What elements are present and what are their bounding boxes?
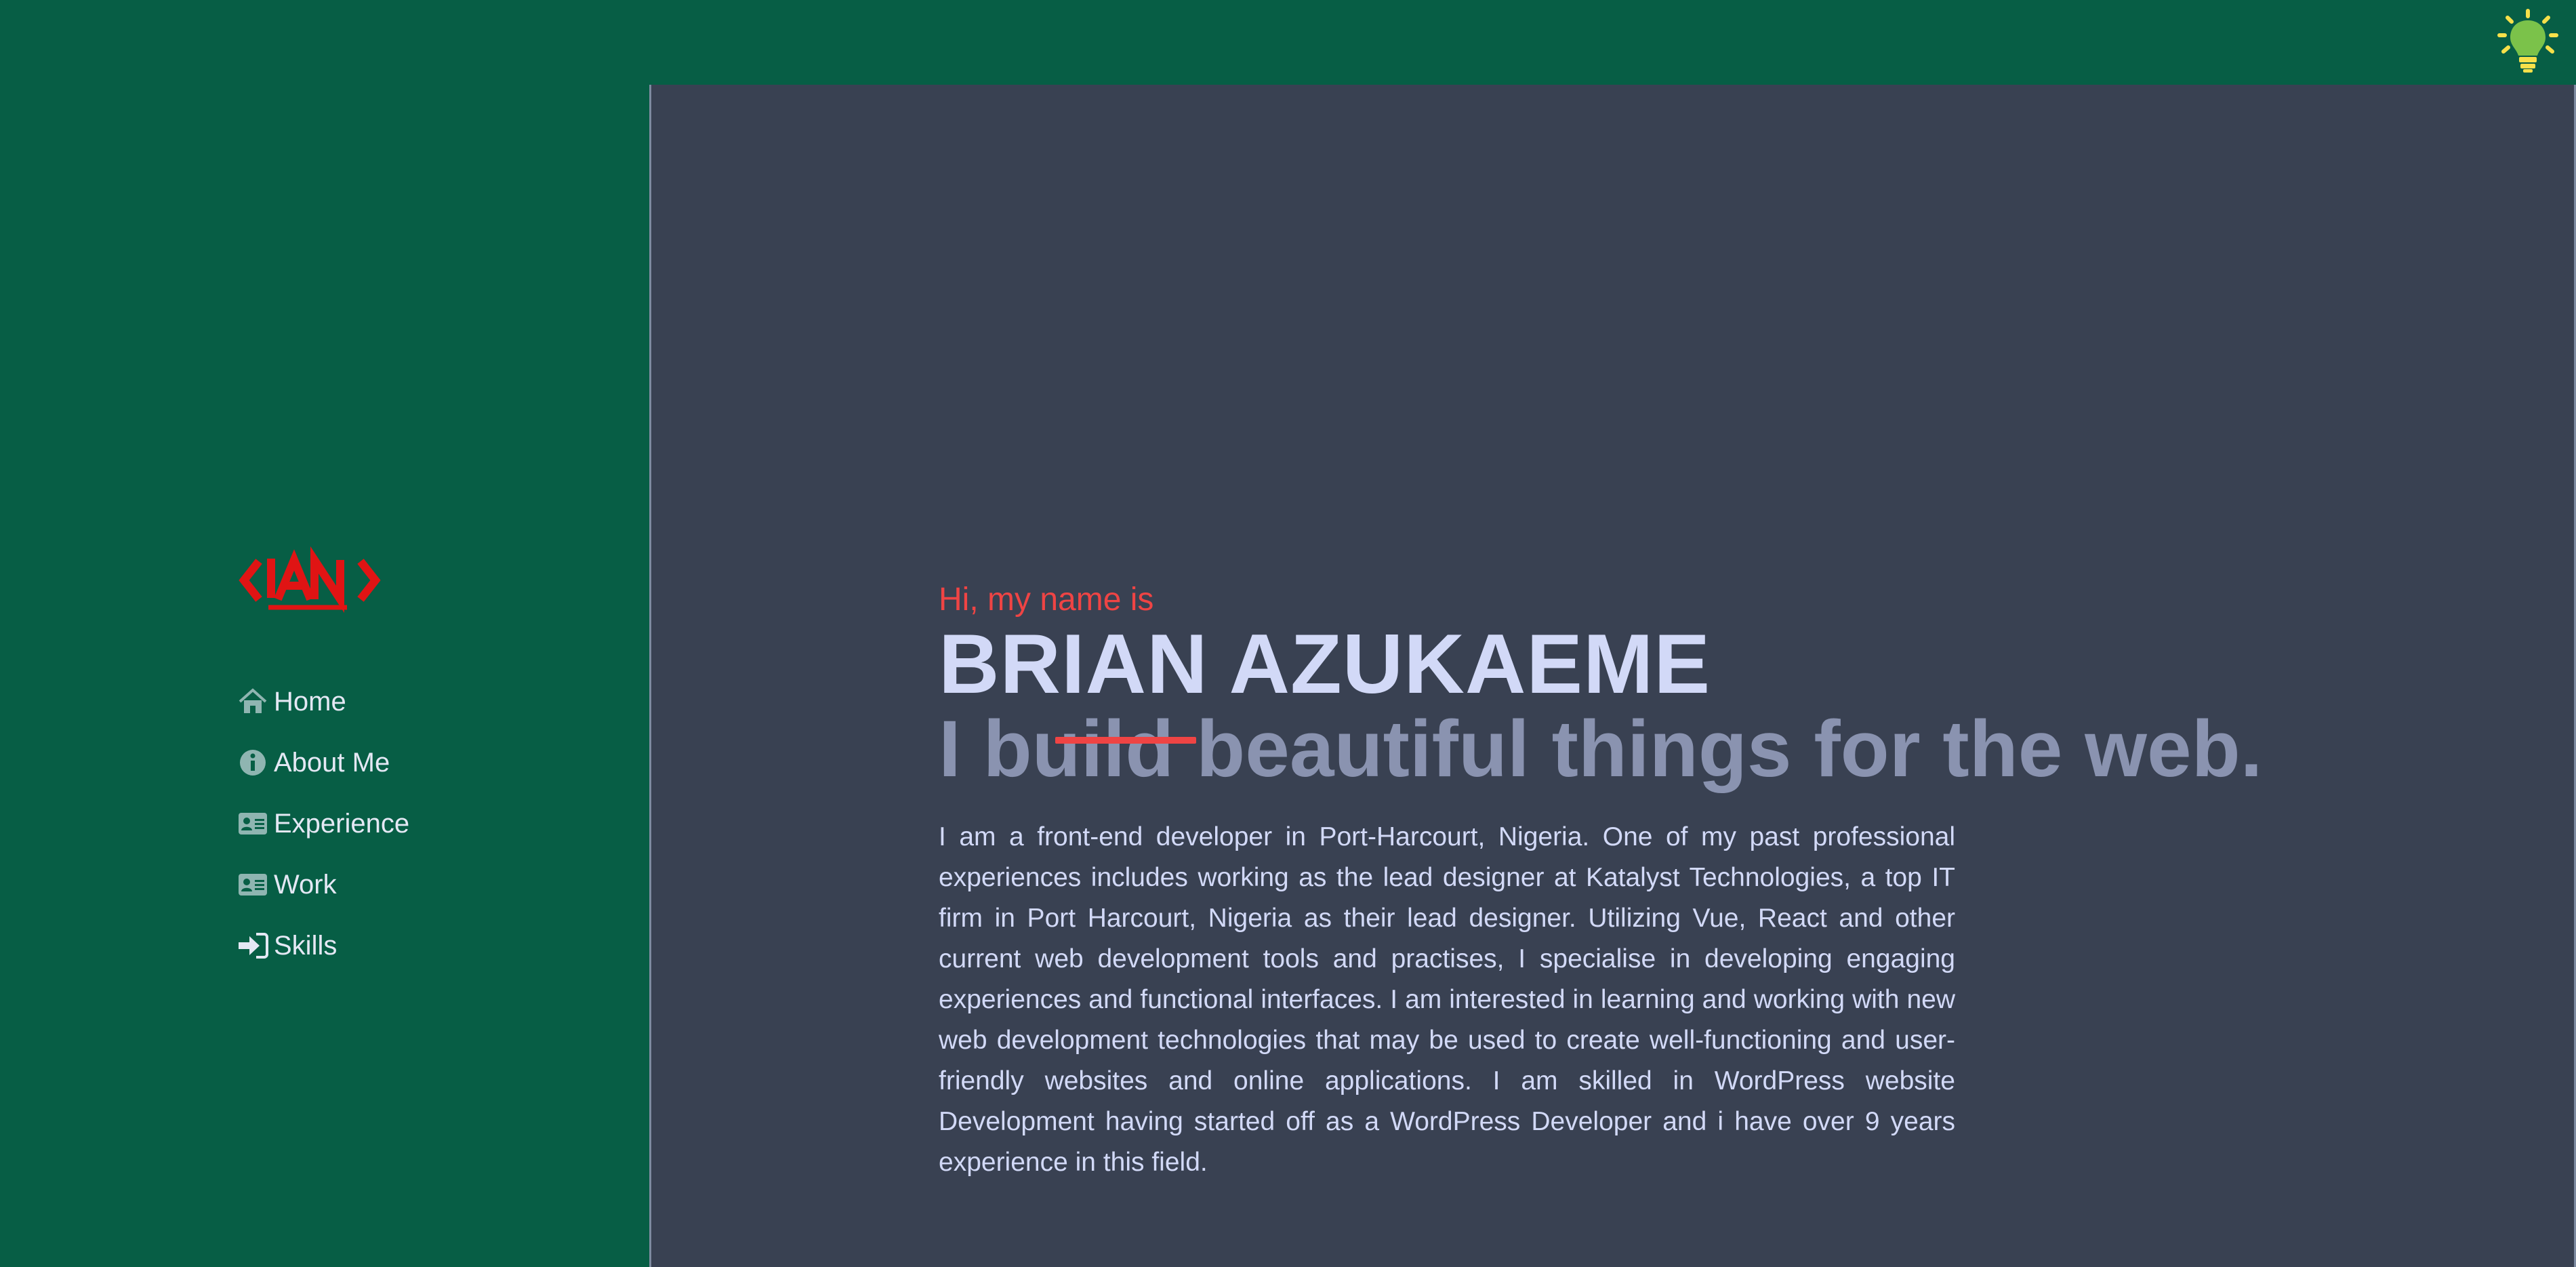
nav-item-experience[interactable]: Experience [237,803,409,844]
home-icon [237,686,268,717]
hero-bio: I am a front-end developer in Port-Harco… [939,822,1955,1177]
greeting-text: Hi, my name is [939,582,1154,618]
sidebar-nav: Home About Me Experience Work Skills [237,681,409,986]
sign-in-icon [237,930,268,961]
id-card-icon [237,869,268,900]
nav-item-label: Skills [274,930,338,961]
info-icon [237,747,268,778]
nav-item-about-me[interactable]: About Me [237,742,409,783]
top-bar [0,0,2576,85]
nav-item-work[interactable]: Work [237,864,409,905]
nav-item-home[interactable]: Home [237,681,409,722]
hero-tagline: I build beautiful things for the web. [939,704,2263,794]
hero-section: Hi, my name is BRIAN AZUKAEME I build be… [939,580,2262,1183]
nav-item-label: Experience [274,808,410,839]
lightbulb-icon[interactable] [2494,8,2562,76]
nav-item-label: Work [274,869,337,900]
id-card-icon [237,808,268,839]
sidebar [0,85,649,1267]
nav-item-label: About Me [274,747,390,778]
name-underline [1055,737,1196,744]
hero-name: BRIAN AZUKAEME [939,618,2262,744]
hero-name-text: BRIAN AZUKAEME [939,618,1711,711]
nav-item-skills[interactable]: Skills [237,925,409,966]
logo[interactable] [239,546,381,614]
nav-item-label: Home [274,686,346,717]
